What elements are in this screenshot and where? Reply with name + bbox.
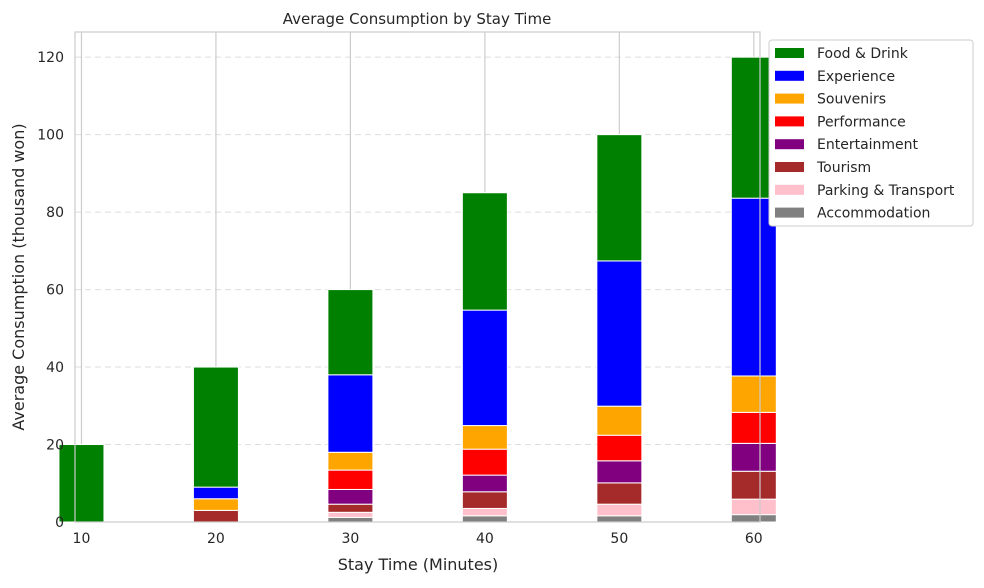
bar-segment — [730, 498, 777, 516]
bar-segment — [596, 482, 643, 505]
bar-segment — [730, 442, 777, 472]
x-tick-label: 30 — [341, 531, 359, 547]
bar-segment — [192, 509, 239, 523]
legend-label: Food & Drink — [817, 46, 909, 62]
legend-label: Accommodation — [817, 206, 930, 222]
stacked-bar-chart: Average Consumption by Stay Time 10 20 30 4… — [9, 10, 974, 574]
plot-frame — [74, 31, 761, 523]
y-tick-label: 120 — [37, 50, 64, 66]
bar-segment — [596, 434, 643, 462]
legend-swatch — [775, 162, 804, 172]
bar-segment — [461, 448, 508, 476]
legend-swatch — [775, 207, 804, 218]
bar-segment — [461, 507, 508, 517]
y-tick-label: 60 — [46, 283, 64, 299]
x-tick-label: 10 — [73, 531, 91, 547]
legend-label: Experience — [817, 69, 895, 85]
legend-label: Entertainment — [817, 137, 919, 153]
y-axis-label: Average Consumption (thousand won) — [9, 123, 28, 430]
bar-segment — [327, 511, 374, 518]
bar-segment — [192, 486, 239, 500]
bar-segment — [730, 514, 777, 523]
legend: Food & Drink Experience Souvenirs Performan… — [768, 39, 974, 227]
y-tick-label: 100 — [37, 128, 64, 144]
legend-label: Souvenirs — [817, 92, 886, 108]
bar-segment — [596, 134, 643, 262]
bar-segment — [192, 366, 239, 488]
bar-segment — [596, 260, 643, 407]
bar-segment — [327, 503, 374, 513]
bar-segment — [461, 309, 508, 427]
y-tick-label: 0 — [55, 515, 64, 531]
y-tick-label: 80 — [46, 205, 64, 221]
bar-segment — [192, 498, 239, 511]
legend-label: Tourism — [816, 160, 871, 176]
x-tick-label: 50 — [610, 531, 628, 547]
x-tick-label: 60 — [745, 531, 763, 547]
x-axis-label: Stay Time (Minutes) — [338, 555, 499, 574]
bar-segment — [327, 374, 374, 453]
bar-segment — [327, 516, 374, 523]
bar-segment — [327, 469, 374, 490]
bar-segment — [461, 192, 508, 311]
legend-label: Performance — [817, 114, 906, 130]
bar-segment — [596, 405, 643, 436]
legend-swatch — [775, 184, 804, 195]
x-tick-label: 40 — [476, 531, 494, 547]
chart-title: Average Consumption by Stay Time — [283, 10, 552, 28]
legend-swatch — [775, 139, 804, 150]
x-tick-label: 20 — [207, 531, 225, 547]
legend-swatch — [775, 70, 804, 81]
legend-swatch — [775, 116, 804, 127]
bar-segment — [327, 451, 374, 471]
legend-label: Parking & Transport — [817, 183, 955, 199]
bar-segment — [461, 515, 508, 523]
bar-segment — [596, 515, 643, 523]
bar-segment — [730, 470, 777, 500]
y-tick-label: 20 — [46, 438, 64, 454]
bar-segment — [730, 375, 777, 413]
bar-segment — [327, 289, 374, 376]
bar-segment — [461, 474, 508, 493]
legend-swatch — [775, 48, 804, 58]
bar-segment — [461, 425, 508, 450]
y-tick-label: 40 — [46, 360, 64, 376]
bar-segment — [461, 491, 508, 509]
legend-swatch — [775, 93, 804, 104]
bar-segment — [596, 460, 643, 484]
bar-segment — [596, 503, 643, 517]
bar-segment — [730, 411, 777, 444]
bar-segment — [58, 444, 105, 523]
bar-segment — [327, 488, 374, 505]
